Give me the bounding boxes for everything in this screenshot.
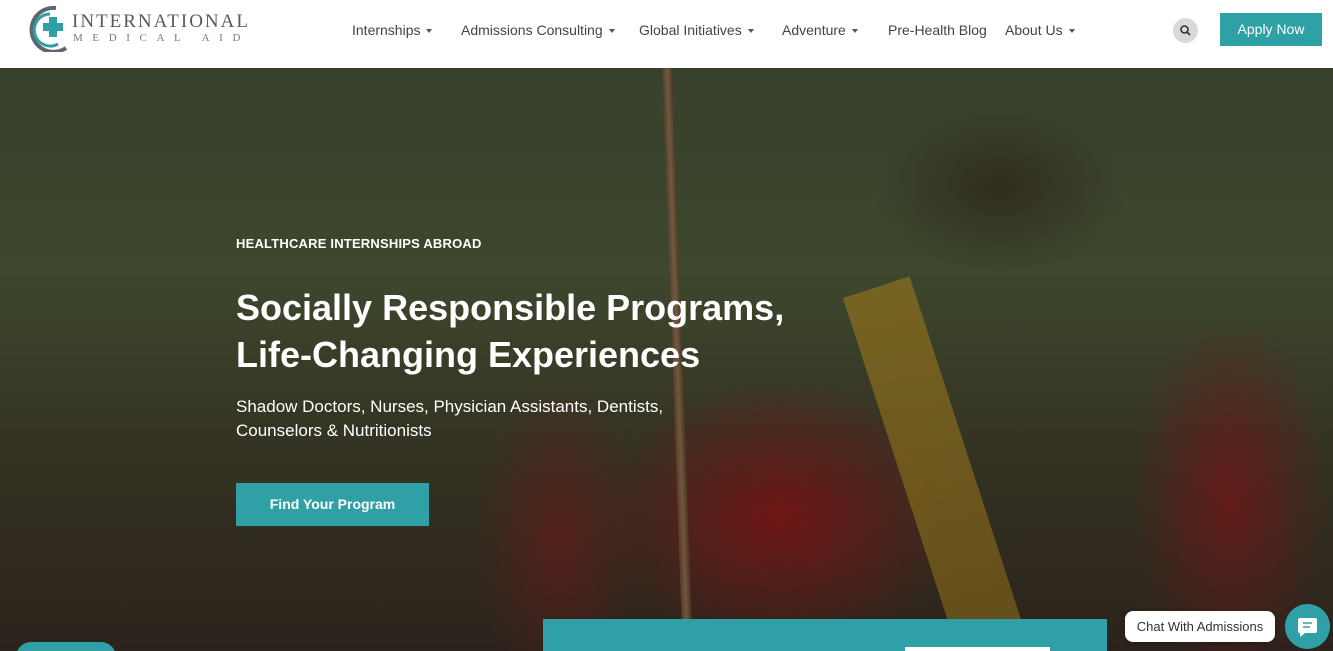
medical-cross-icon <box>29 5 68 52</box>
search-button[interactable] <box>1173 18 1198 43</box>
logo-subtitle: MEDICAL AID <box>73 32 250 44</box>
apply-now-button[interactable]: Apply Now <box>1220 13 1322 46</box>
hero-eyebrow: HEALTHCARE INTERNSHIPS ABROAD <box>236 236 482 251</box>
find-your-program-button[interactable]: Find Your Program <box>236 483 429 526</box>
nav-item-label: Adventure <box>782 22 846 38</box>
chat-launcher-button[interactable] <box>1285 604 1330 649</box>
site-logo[interactable]: INTERNATIONAL MEDICAL AID <box>26 4 248 52</box>
nav-item-label: About Us <box>1005 22 1063 38</box>
headline-line-1: Socially Responsible Programs, <box>236 287 785 328</box>
hero-banner: HEALTHCARE INTERNSHIPS ABROAD Socially R… <box>0 68 1333 651</box>
headline-line-2: Life-Changing Experiences <box>236 334 701 375</box>
caret-down-icon <box>747 29 754 33</box>
nav-item-label: Admissions Consulting <box>461 22 603 38</box>
caret-down-icon <box>608 29 615 33</box>
program-search-panel <box>543 619 1107 651</box>
nav-item-pre-health-blog[interactable]: Pre-Health Blog <box>888 20 987 40</box>
nav-item-global-initiatives[interactable]: Global Initiatives <box>639 20 754 40</box>
caret-down-icon <box>1068 29 1075 33</box>
floating-pill-button[interactable] <box>16 642 116 651</box>
logo-title: INTERNATIONAL <box>72 11 250 32</box>
nav-item-label: Global Initiatives <box>639 22 742 38</box>
caret-down-icon <box>851 29 858 33</box>
nav-item-adventure[interactable]: Adventure <box>782 20 858 40</box>
panel-input[interactable] <box>905 647 1050 651</box>
caret-down-icon <box>426 29 433 33</box>
nav-item-label: Pre-Health Blog <box>888 22 987 38</box>
chat-prompt[interactable]: Chat With Admissions <box>1125 611 1275 642</box>
subhead-line-1: Shadow Doctors, Nurses, Physician Assist… <box>236 397 664 416</box>
hero-headline: Socially Responsible Programs, Life-Chan… <box>236 284 856 378</box>
search-icon <box>1180 25 1191 36</box>
subhead-line-2: Counselors & Nutritionists <box>236 421 432 440</box>
nav-item-internships[interactable]: Internships <box>352 20 433 40</box>
nav-item-admissions-consulting[interactable]: Admissions Consulting <box>461 20 615 40</box>
chat-icon <box>1298 618 1317 637</box>
nav-item-label: Internships <box>352 22 421 38</box>
hero-subheading: Shadow Doctors, Nurses, Physician Assist… <box>236 395 696 443</box>
site-header: INTERNATIONAL MEDICAL AID Internships Ad… <box>0 0 1333 68</box>
nav-item-about-us[interactable]: About Us <box>1005 20 1075 40</box>
